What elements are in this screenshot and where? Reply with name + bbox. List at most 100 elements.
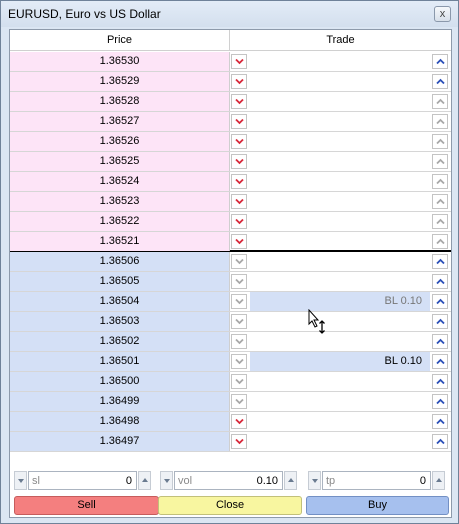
- tp-increase-button[interactable]: [432, 471, 445, 490]
- sell-limit-button[interactable]: [231, 154, 247, 169]
- order-cell[interactable]: [250, 112, 430, 131]
- sell-limit-button[interactable]: [231, 274, 247, 289]
- close-button[interactable]: Close: [158, 496, 302, 515]
- table-row: 1.36527: [10, 112, 451, 132]
- order-cell[interactable]: [250, 152, 430, 171]
- order-cell[interactable]: [250, 212, 430, 231]
- buy-limit-button[interactable]: [432, 354, 448, 369]
- sell-limit-button[interactable]: [231, 134, 247, 149]
- vol-field[interactable]: vol 0.10: [174, 471, 283, 490]
- vol-increase-button[interactable]: [284, 471, 297, 490]
- sell-limit-button[interactable]: [231, 214, 247, 229]
- sell-limit-button[interactable]: [231, 394, 247, 409]
- buy-limit-button[interactable]: [432, 294, 448, 309]
- order-cell[interactable]: [250, 312, 430, 331]
- tp-decrease-button[interactable]: [308, 471, 321, 490]
- buy-limit-button[interactable]: [432, 94, 448, 109]
- buy-limit-button[interactable]: [432, 54, 448, 69]
- close-window-button[interactable]: x: [434, 6, 451, 22]
- sell-limit-button[interactable]: [231, 54, 247, 69]
- buy-limit-button[interactable]: [432, 214, 448, 229]
- order-cell[interactable]: [250, 172, 430, 191]
- chevron-up-icon: [436, 358, 445, 365]
- order-cell[interactable]: BL 0.10: [250, 352, 430, 371]
- sell-button[interactable]: Sell: [14, 496, 159, 515]
- order-cell[interactable]: [250, 52, 430, 71]
- buy-limit-button[interactable]: [432, 314, 448, 329]
- buy-limit-button[interactable]: [432, 334, 448, 349]
- sl-increase-button[interactable]: [138, 471, 151, 490]
- sell-limit-button[interactable]: [231, 374, 247, 389]
- buy-limit-button[interactable]: [432, 274, 448, 289]
- buy-limit-button[interactable]: [432, 414, 448, 429]
- vol-decrease-button[interactable]: [160, 471, 173, 490]
- order-cell[interactable]: [250, 392, 430, 411]
- price-cell: 1.36523: [10, 192, 230, 211]
- buy-button[interactable]: Buy: [306, 496, 449, 515]
- chevron-down-icon: [164, 479, 170, 483]
- price-cell: 1.36521: [10, 232, 230, 251]
- buy-limit-button[interactable]: [432, 74, 448, 89]
- chevron-up-icon: [436, 198, 445, 205]
- chevron-down-icon: [235, 118, 244, 125]
- price-cell: 1.36525: [10, 152, 230, 171]
- order-cell[interactable]: [250, 252, 430, 271]
- sell-limit-button[interactable]: [231, 194, 247, 209]
- chevron-down-icon: [235, 58, 244, 65]
- price-cell: 1.36506: [10, 252, 230, 271]
- sell-limit-button[interactable]: [231, 234, 247, 249]
- buy-limit-button[interactable]: [432, 174, 448, 189]
- chevron-down-icon: [235, 238, 244, 245]
- chevron-down-icon: [235, 418, 244, 425]
- title-bar[interactable]: EURUSD, Euro vs US Dollar x: [1, 1, 458, 27]
- order-cell[interactable]: [250, 132, 430, 151]
- order-cell[interactable]: [250, 332, 430, 351]
- order-cell[interactable]: BL 0.10: [250, 292, 430, 311]
- buy-limit-button[interactable]: [432, 134, 448, 149]
- chevron-up-icon: [436, 158, 445, 165]
- sell-limit-button[interactable]: [231, 114, 247, 129]
- chevron-up-icon: [436, 318, 445, 325]
- sell-limit-button[interactable]: [231, 434, 247, 449]
- sell-limit-button[interactable]: [231, 294, 247, 309]
- sl-field[interactable]: sl 0: [28, 471, 137, 490]
- chevron-up-icon: [436, 178, 445, 185]
- buy-limit-button[interactable]: [432, 374, 448, 389]
- order-controls: sl 0 vol 0.10 tp 0 Sell Close Buy: [10, 471, 451, 517]
- buy-limit-button[interactable]: [432, 194, 448, 209]
- chevron-up-icon: [436, 478, 442, 482]
- chevron-up-icon: [436, 418, 445, 425]
- sell-limit-button[interactable]: [231, 354, 247, 369]
- order-cell[interactable]: [250, 412, 430, 431]
- order-cell[interactable]: [250, 272, 430, 291]
- order-cell[interactable]: [250, 72, 430, 91]
- price-cell: 1.36522: [10, 212, 230, 231]
- sl-value: 0: [125, 475, 132, 487]
- price-cell: 1.36524: [10, 172, 230, 191]
- sell-limit-button[interactable]: [231, 334, 247, 349]
- sell-limit-button[interactable]: [231, 414, 247, 429]
- buy-limit-button[interactable]: [432, 154, 448, 169]
- order-cell[interactable]: [250, 232, 430, 251]
- order-cell[interactable]: [250, 432, 430, 451]
- order-cell[interactable]: [250, 192, 430, 211]
- sl-decrease-button[interactable]: [14, 471, 27, 490]
- buy-limit-button[interactable]: [432, 114, 448, 129]
- sell-limit-button[interactable]: [231, 254, 247, 269]
- order-cell[interactable]: [250, 92, 430, 111]
- sell-limit-button[interactable]: [231, 94, 247, 109]
- buy-limit-button[interactable]: [432, 394, 448, 409]
- dom-panel: Price Trade 1.36530 1.36529 1.36528 1.36527…: [9, 29, 452, 518]
- price-cell: 1.36503: [10, 312, 230, 331]
- buy-limit-button[interactable]: [432, 234, 448, 249]
- sell-limit-button[interactable]: [231, 74, 247, 89]
- price-cell: 1.36501: [10, 352, 230, 371]
- buy-limit-button[interactable]: [432, 254, 448, 269]
- sell-limit-button[interactable]: [231, 314, 247, 329]
- sl-label: sl: [32, 475, 40, 487]
- buy-limit-button[interactable]: [432, 434, 448, 449]
- sell-limit-button[interactable]: [231, 174, 247, 189]
- tp-field[interactable]: tp 0: [322, 471, 431, 490]
- order-cell[interactable]: [250, 372, 430, 391]
- move-cursor-icon: [308, 309, 325, 334]
